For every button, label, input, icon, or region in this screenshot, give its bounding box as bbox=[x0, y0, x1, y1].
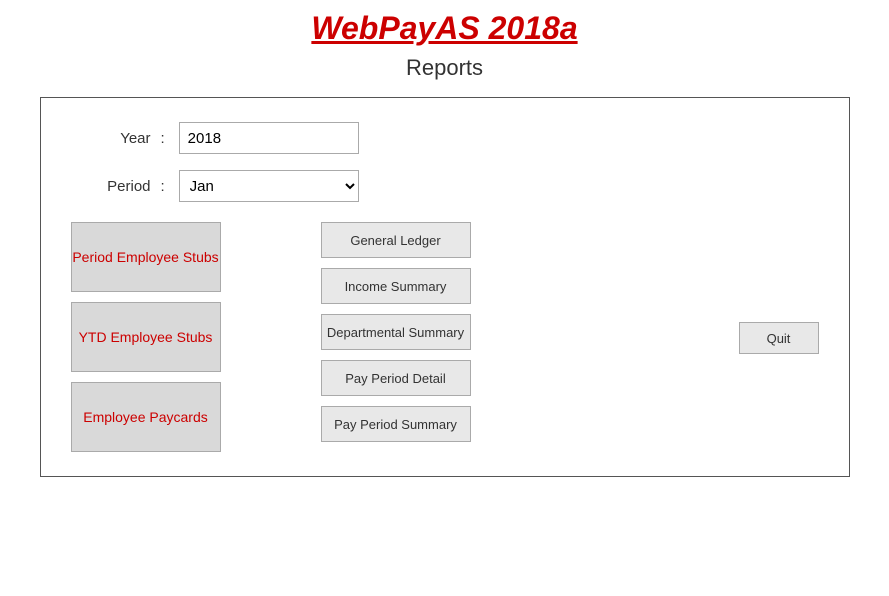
year-input[interactable] bbox=[179, 122, 359, 154]
period-employee-stubs-button[interactable]: Period Employee Stubs bbox=[71, 222, 221, 292]
left-buttons-group: Period Employee Stubs YTD Employee Stubs… bbox=[71, 222, 221, 452]
quit-button[interactable]: Quit bbox=[739, 322, 819, 354]
general-ledger-button[interactable]: General Ledger bbox=[321, 222, 471, 258]
period-label: Period bbox=[71, 178, 151, 195]
pay-period-summary-button[interactable]: Pay Period Summary bbox=[321, 406, 471, 442]
right-buttons-group: General Ledger Income Summary Department… bbox=[321, 222, 679, 442]
income-summary-button[interactable]: Income Summary bbox=[321, 268, 471, 304]
ytd-employee-stubs-button[interactable]: YTD Employee Stubs bbox=[71, 302, 221, 372]
year-row: Year : bbox=[71, 122, 819, 154]
employee-paycards-button[interactable]: Employee Paycards bbox=[71, 382, 221, 452]
page-title: Reports bbox=[406, 55, 483, 81]
app-title: WebPayAS 2018a bbox=[311, 10, 577, 47]
period-row: Period : Jan Feb Mar Apr May Jun Jul Aug… bbox=[71, 170, 819, 202]
period-select[interactable]: Jan Feb Mar Apr May Jun Jul Aug Sep Oct … bbox=[179, 170, 359, 202]
right-buttons-row: General Ledger Income Summary Department… bbox=[321, 222, 819, 442]
main-content-box: Year : Period : Jan Feb Mar Apr May Jun … bbox=[40, 97, 850, 477]
period-colon: : bbox=[161, 178, 165, 195]
quit-area: Quit bbox=[679, 222, 819, 354]
year-label: Year bbox=[71, 130, 151, 147]
pay-period-detail-button[interactable]: Pay Period Detail bbox=[321, 360, 471, 396]
departmental-summary-button[interactable]: Departmental Summary bbox=[321, 314, 471, 350]
year-colon: : bbox=[161, 130, 165, 147]
buttons-area: Period Employee Stubs YTD Employee Stubs… bbox=[71, 222, 819, 452]
